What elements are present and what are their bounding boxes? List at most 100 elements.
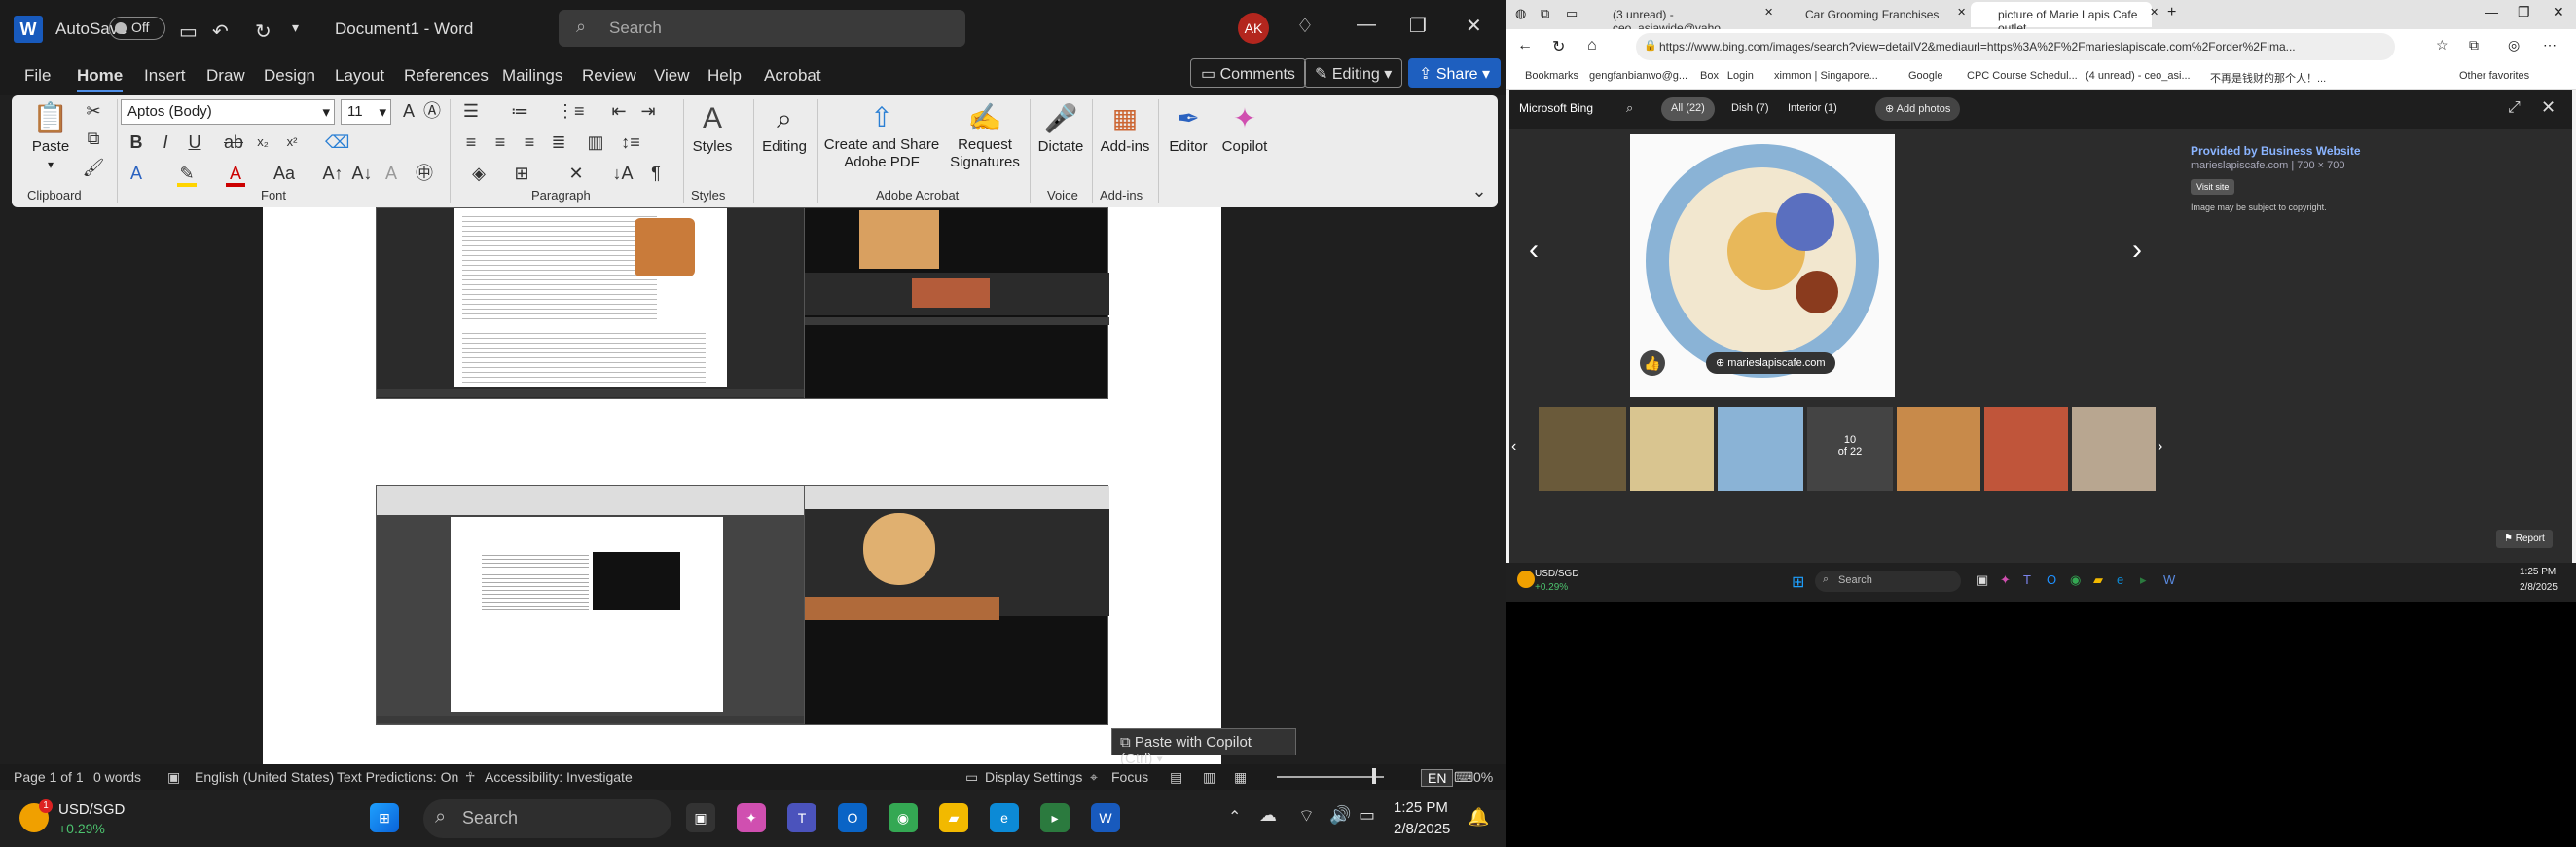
save-icon[interactable]: ▭ [179,19,198,44]
chrome-icon[interactable]: ◉ [2070,572,2081,588]
thumbnail[interactable] [1539,407,1626,491]
close-tab-icon[interactable]: ✕ [1957,6,1966,18]
workspaces-icon[interactable]: ⧉ [1541,6,1549,21]
columns-icon[interactable]: ▥ [584,130,607,154]
thumbnail[interactable] [1897,407,1980,491]
thumbnail[interactable] [1630,407,1714,491]
word-taskbar-icon[interactable]: W [1091,803,1120,832]
filter-all[interactable]: All (22) [1661,97,1715,121]
paste-with-copilot-button[interactable]: ⧉ Paste with Copilot (Ctrl) ▾ [1111,728,1296,767]
ime-language-badge[interactable]: EN [1421,769,1454,787]
app-green-icon[interactable]: ▸ [2140,572,2147,588]
other-favorites[interactable]: Other favorites [2459,70,2529,82]
accessibility-status[interactable]: Accessibility: Investigate [485,769,633,785]
zoom-slider[interactable] [1277,776,1384,778]
strikethrough-icon[interactable]: ab [222,130,245,154]
tab-marie-lapis-bing[interactable]: picture of Marie Lapis Cafe outlet [1971,2,2152,35]
app-green-icon[interactable]: ▸ [1040,803,1070,832]
windows-start-icon[interactable]: ⊞ [370,803,399,832]
thumbnail-counter[interactable]: 10 of 22 [1807,407,1893,491]
ime-icon[interactable]: ⌨ [1454,769,1473,786]
change-case-icon[interactable]: Aa [272,162,296,185]
outlook-icon[interactable]: O [2047,572,2056,587]
bold-icon[interactable]: B [125,130,148,154]
show-hidden-icons-icon[interactable]: ⌃ [1228,807,1241,827]
word-taskbar-icon[interactable]: W [2163,572,2175,587]
edge-icon[interactable]: e [2117,572,2123,587]
weather-icon[interactable] [1517,571,1535,588]
filter-interior[interactable]: Interior (1) [1778,97,1847,121]
copilot-taskbar-icon[interactable]: ✦ [2000,572,2011,588]
bookmark-item[interactable]: ximmon | Singapore... [1774,70,1878,82]
share-button[interactable]: ⇪ Share ▾ [1408,58,1502,88]
taskbar-search-box[interactable]: ⌕ Search [423,799,671,838]
tab-review[interactable]: Review [582,66,636,86]
decrease-indent-icon[interactable]: ⇤ [607,99,631,123]
char-shading-icon[interactable]: A [380,162,403,185]
close-tab-icon[interactable]: ✕ [2150,6,2159,18]
copilot-taskbar-icon[interactable]: ✦ [737,803,766,832]
sort-icon[interactable]: ↓A [611,162,635,185]
shading-icon[interactable]: ◈ [467,162,490,185]
battery-icon[interactable]: ▭ [1359,805,1375,826]
site-link[interactable]: marieslapiscafe.com [2191,160,2288,171]
subscript-icon[interactable]: x₂ [251,130,274,154]
focus-mode[interactable]: Focus [1111,769,1148,785]
source-badge[interactable]: ⊕ marieslapiscafe.com [1706,352,1835,374]
grow-font-icon-2[interactable]: A↑ [321,162,345,185]
font-color-icon[interactable]: A [224,162,247,185]
word-search-box[interactable]: ⌕ Search [559,10,965,47]
multilevel-list-icon[interactable]: ⋮≡ [557,99,585,123]
font-size-select[interactable]: 11 ▾ [341,99,391,125]
tab-design[interactable]: Design [264,66,315,86]
teams-icon[interactable]: T [787,803,816,832]
text-effects-icon[interactable]: A [125,162,148,185]
print-layout-icon[interactable]: ▥ [1203,769,1215,786]
filter-dish[interactable]: Dish (7) [1722,97,1779,121]
thumbs-prev-icon[interactable]: ‹ [1511,438,1516,456]
clock-date[interactable]: 2/8/2025 [1394,821,1450,837]
bookmark-item[interactable]: CPC Course Schedul... [1967,70,2078,82]
highlight-icon[interactable]: ⌫ [325,130,349,154]
zoom-level[interactable]: 0% [1473,769,1493,785]
thumbnail[interactable] [1984,407,2068,491]
settings-more-icon[interactable]: ⋯ [2543,37,2557,54]
thumbnail[interactable] [2072,407,2156,491]
tab-yahoo-mail[interactable]: (3 unread) - ceo_asiawide@yaho [1585,2,1766,35]
dictate-button[interactable]: 🎤 Dictate [1034,99,1088,156]
refresh-icon[interactable]: ↻ [1552,37,1565,56]
predictions-status[interactable]: Text Predictions: On [337,769,458,785]
tab-file[interactable]: File [24,66,51,86]
lightbulb-icon[interactable]: ♢ [1296,14,1314,38]
close-tab-icon[interactable]: ✕ [1764,6,1773,18]
collections-icon[interactable]: ⧉ [2469,37,2479,54]
restore-icon[interactable]: ❐ [1409,14,1427,38]
autosave-toggle[interactable]: Off [109,17,165,40]
taskbar-search-box[interactable]: ⌕ Search [1815,571,1961,592]
notifications-icon[interactable]: 🔔 [1468,807,1489,828]
add-photos-button[interactable]: ⊕ Add photos [1875,97,1961,121]
volume-icon[interactable]: 🔊 [1329,805,1351,826]
redo-icon[interactable]: ↻ [255,19,272,44]
minimize-icon[interactable]: — [1357,14,1376,36]
editing-button[interactable]: ⌕ Editing [757,99,812,156]
bookmark-item[interactable]: Box | Login [1700,70,1754,82]
pasted-screenshot-bing-2[interactable] [804,485,1109,725]
close-icon[interactable]: ✕ [2553,4,2564,20]
task-view-icon[interactable]: ▣ [686,803,715,832]
bookmark-item[interactable]: Google [1908,70,1942,82]
underline-icon[interactable]: U [183,130,206,154]
editor-button[interactable]: ✒ Editor [1162,99,1215,156]
bookmark-item[interactable]: (4 unread) - ceo_asi... [2086,70,2191,82]
asian-layout-icon[interactable]: ✕ [564,162,588,185]
close-viewer-icon[interactable]: ✕ [2541,97,2556,118]
close-icon[interactable]: ✕ [1466,14,1482,38]
borders-icon[interactable]: ⊞ [510,162,533,185]
cloud-icon[interactable]: ☁ [1259,805,1277,826]
show-marks-icon[interactable]: ¶ [644,162,668,185]
tab-acrobat[interactable]: Acrobat [764,66,821,86]
numbering-icon[interactable]: ≔ [508,99,531,123]
bullets-icon[interactable]: ☰ [459,99,483,123]
document-page[interactable]: ⧉ Paste with Copilot (Ctrl) ▾ [263,207,1296,767]
bookmark-item[interactable]: 不再是钱财的那个人！... [2210,70,2326,86]
